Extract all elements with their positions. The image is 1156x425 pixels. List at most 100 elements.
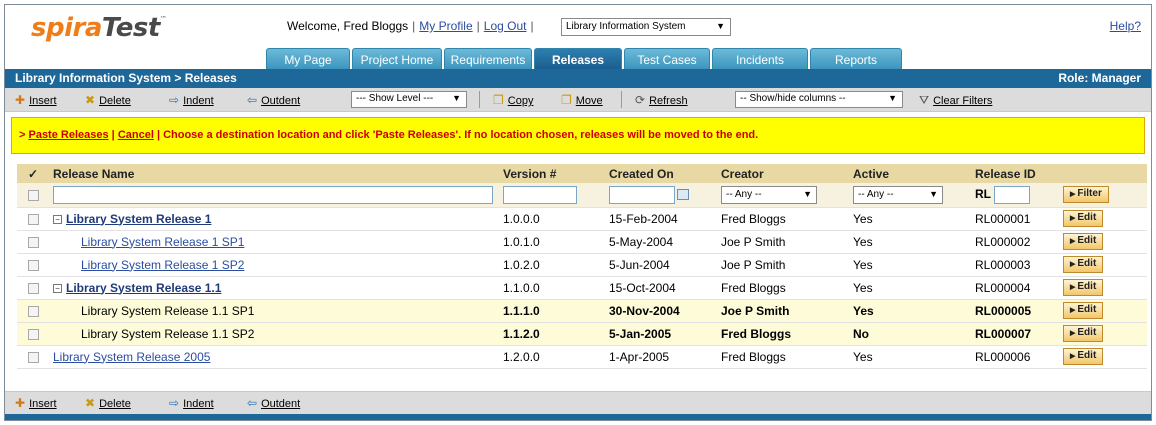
active-cell: Yes	[849, 276, 971, 300]
edit-button[interactable]: ▶ Edit	[1063, 210, 1104, 227]
tab-my-page[interactable]: My Page	[266, 48, 350, 69]
copy-button[interactable]: ❐ Copy	[493, 93, 533, 107]
column-header-active[interactable]: Active	[849, 164, 971, 183]
clear-filters-button[interactable]: ⛛ Clear Filters	[919, 93, 992, 108]
calendar-icon[interactable]	[677, 189, 689, 201]
table-row[interactable]: Library System Release 1 SP2 1.0.2.0 5-J…	[17, 253, 1147, 277]
creator-cell: Joe P Smith	[717, 299, 849, 323]
column-header-version[interactable]: Version #	[499, 164, 605, 183]
edit-button[interactable]: ▶ Edit	[1063, 256, 1104, 273]
tab-project-home[interactable]: Project Home	[352, 48, 442, 69]
active-filter-select[interactable]: -- Any -- ▼	[853, 185, 943, 204]
banner-text: | Choose a destination location and clic…	[153, 129, 759, 141]
indent-button[interactable]: ⇨ Indent	[169, 396, 214, 410]
outdent-button[interactable]: ⇦ Outdent	[247, 93, 300, 107]
row-checkbox[interactable]	[27, 305, 39, 317]
release-name-link[interactable]: Library System Release 1 SP1	[81, 235, 244, 249]
select-all-checkbox[interactable]	[27, 190, 39, 202]
column-header-actions	[1059, 164, 1147, 183]
log-out-link[interactable]: Log Out	[484, 19, 527, 33]
indent-arrow-icon: ⇨	[169, 93, 180, 107]
breadcrumb-path: Library Information System > Releases	[15, 71, 237, 85]
row-checkbox[interactable]	[27, 351, 39, 363]
release-id-cell: RL000004	[971, 276, 1059, 300]
delete-button[interactable]: ✖ Delete	[85, 93, 131, 107]
cancel-link[interactable]: Cancel	[118, 129, 154, 141]
insert-icon: ✚	[15, 93, 26, 107]
version-filter-input[interactable]	[503, 185, 577, 204]
my-profile-link[interactable]: My Profile	[419, 19, 472, 33]
indent-arrow-icon: ⇨	[169, 396, 180, 410]
insert-button[interactable]: ✚ Insert	[15, 396, 57, 410]
chevron-down-icon: ▼	[888, 93, 897, 103]
column-header-creator[interactable]: Creator	[717, 164, 849, 183]
edit-button[interactable]: ▶ Edit	[1063, 279, 1104, 296]
application-window: spiraTest™ Welcome, Fred Bloggs | My Profi…	[4, 4, 1152, 421]
select-all-header: ✓	[17, 164, 49, 183]
release-name-text: Library System Release 1.1 SP1	[81, 303, 255, 318]
row-checkbox[interactable]	[27, 259, 39, 271]
project-select[interactable]: Library Information System ▼	[561, 18, 731, 36]
tab-requirements[interactable]: Requirements	[444, 48, 532, 69]
insert-button[interactable]: ✚ Insert	[15, 93, 57, 107]
table-row-selected[interactable]: Library System Release 1.1 SP1 1.1.1.0 3…	[17, 299, 1147, 323]
collapse-icon[interactable]: −	[53, 214, 62, 224]
breadcrumb: Library Information System > Releases Ro…	[5, 69, 1151, 88]
release-name-filter-input[interactable]	[53, 185, 493, 204]
creator-filter-select[interactable]: -- Any -- ▼	[721, 185, 817, 204]
filter-button[interactable]: ▶ Filter	[1063, 186, 1109, 204]
release-name-link[interactable]: Library System Release 1	[66, 212, 211, 226]
release-name-link[interactable]: Library System Release 1 SP2	[81, 258, 244, 272]
table-row[interactable]: Library System Release 1 SP1 1.0.1.0 5-M…	[17, 230, 1147, 254]
row-checkbox[interactable]	[27, 328, 39, 340]
spiratest-logo: spiraTest™	[31, 13, 167, 43]
edit-button[interactable]: ▶ Edit	[1063, 325, 1104, 342]
release-id-filter-input[interactable]	[994, 185, 1031, 204]
creator-cell: Joe P Smith	[717, 230, 849, 254]
version-cell: 1.1.2.0	[499, 322, 605, 346]
tab-reports[interactable]: Reports	[810, 48, 902, 69]
release-name-link[interactable]: Library System Release 1.1	[66, 281, 221, 295]
copy-icon: ❐	[493, 93, 504, 107]
paste-releases-link[interactable]: Paste Releases	[28, 129, 108, 141]
delete-button[interactable]: ✖ Delete	[85, 396, 131, 410]
version-cell: 1.1.0.0	[499, 276, 605, 300]
play-icon: ▶	[1070, 330, 1076, 337]
role-label: Role: Manager	[1058, 71, 1141, 85]
table-row[interactable]: − Library System Release 1 1.0.0.0 15-Feb…	[17, 207, 1147, 231]
tab-test-cases[interactable]: Test Cases	[624, 48, 710, 69]
insert-icon: ✚	[15, 396, 26, 410]
row-checkbox[interactable]	[27, 282, 39, 294]
release-name-link[interactable]: Library System Release 2005	[53, 350, 210, 364]
main-tabs: My Page Project Home Requirements Releases T…	[266, 48, 904, 69]
column-header-release-name[interactable]: Release Name	[49, 164, 499, 183]
indent-button[interactable]: ⇨ Indent	[169, 93, 214, 107]
creator-cell: Fred Bloggs	[717, 207, 849, 231]
play-icon: ▶	[1070, 238, 1076, 245]
table-row[interactable]: − Library System Release 1.1 1.1.0.0 15-O…	[17, 276, 1147, 300]
active-cell: Yes	[849, 253, 971, 277]
chevron-down-icon: ▼	[803, 188, 812, 199]
created-on-filter-input[interactable]	[609, 185, 675, 204]
refresh-button[interactable]: ⟳ Refresh	[635, 93, 688, 107]
active-cell: Yes	[849, 207, 971, 231]
tab-releases[interactable]: Releases	[534, 48, 622, 69]
release-id-cell: RL000003	[971, 253, 1059, 277]
column-header-created-on[interactable]: Created On	[605, 164, 717, 183]
created-on-cell: 5-May-2004	[605, 230, 717, 254]
show-hide-columns-select[interactable]: -- Show/hide columns -- ▼	[735, 91, 903, 108]
edit-button[interactable]: ▶ Edit	[1063, 233, 1104, 250]
tab-incidents[interactable]: Incidents	[712, 48, 808, 69]
edit-button[interactable]: ▶ Edit	[1063, 348, 1104, 365]
move-button[interactable]: ❐ Move	[561, 93, 603, 107]
outdent-button[interactable]: ⇦ Outdent	[247, 396, 300, 410]
collapse-icon[interactable]: −	[53, 283, 62, 293]
column-header-release-id[interactable]: Release ID	[971, 164, 1059, 183]
show-level-select[interactable]: --- Show Level --- ▼	[351, 91, 467, 108]
table-row[interactable]: Library System Release 2005 1.2.0.0 1-Ap…	[17, 345, 1147, 369]
row-checkbox[interactable]	[27, 213, 39, 225]
row-checkbox[interactable]	[27, 236, 39, 248]
help-link[interactable]: Help?	[1110, 19, 1141, 33]
edit-button[interactable]: ▶ Edit	[1063, 302, 1104, 319]
table-row-selected[interactable]: Library System Release 1.1 SP2 1.1.2.0 5…	[17, 322, 1147, 346]
